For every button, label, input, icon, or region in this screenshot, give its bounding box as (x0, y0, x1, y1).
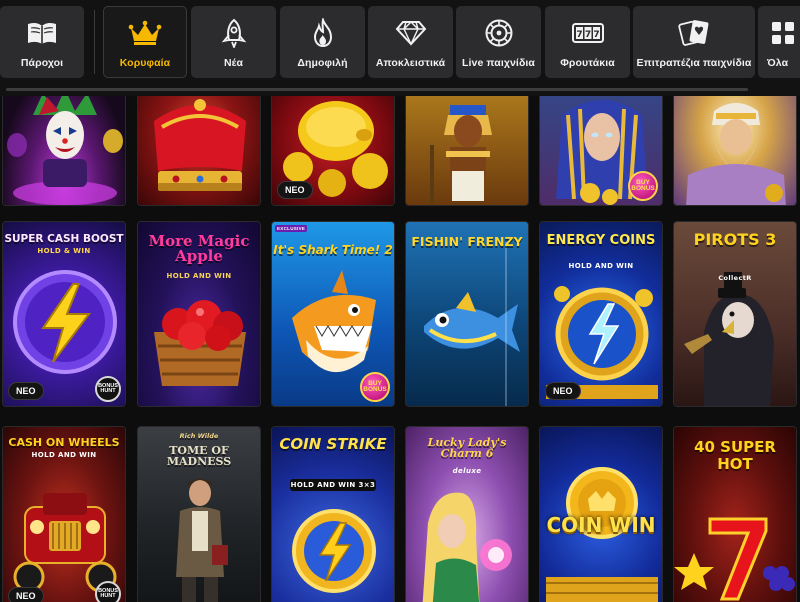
tab-popular[interactable]: Δημοφιλή (280, 6, 365, 78)
tab-label: Πάροχοι (20, 57, 64, 69)
game-tile[interactable]: CASH ON WHEELS HOLD AND WIN ΝΕΟ BONUS HU… (2, 426, 126, 602)
tab-new[interactable]: Νέα (191, 6, 276, 78)
game-tile[interactable]: PIROTS 3 CollectR (673, 221, 797, 407)
game-tile[interactable]: Lucky Lady's Charm 6 deluxe (405, 426, 529, 602)
game-title: FISHIN' FRENZY (411, 234, 523, 249)
tab-label: Νέα (223, 57, 244, 69)
game-title: SUPER CASH BOOST (4, 233, 124, 245)
game-subtitle: HOLD AND WIN 3×3 (290, 479, 376, 491)
game-tile[interactable]: ENERGY COINS HOLD AND WIN ΝΕΟ (539, 221, 663, 407)
game-title: Lucky Lady's Charm 6 (427, 436, 507, 460)
tab-all[interactable]: Όλα (758, 6, 800, 78)
fish-icon (406, 222, 528, 406)
game-title: TOME OF MADNESS (166, 444, 232, 468)
joker-icon (3, 96, 125, 205)
game-tile[interactable]: 40 SUPER HOT (673, 426, 797, 602)
nav-scrollbar-thumb[interactable] (6, 88, 748, 91)
game-tile[interactable] (137, 96, 261, 206)
game-title: More Magic Apple (148, 232, 250, 265)
game-tile[interactable]: COIN STRIKE HOLD AND WIN 3×3 (271, 426, 395, 602)
game-title: PIROTS 3 (693, 230, 777, 249)
tab-label: Δημοφιλή (297, 57, 348, 69)
new-badge: ΝΕΟ (8, 587, 44, 602)
svg-text:7: 7 (576, 30, 582, 40)
game-tile[interactable] (405, 96, 529, 206)
game-title: CASH ON WHEELS (8, 436, 120, 449)
bonus-hunt-badge: BONUS HUNT (95, 376, 121, 402)
game-subtitle: HOLD AND WIN (568, 262, 634, 270)
game-title: 40 SUPER HOT (694, 438, 776, 474)
svg-text:7: 7 (584, 30, 590, 40)
grid-icon (766, 18, 800, 48)
new-badge: ΝΕΟ (277, 181, 313, 199)
game-tile[interactable]: Rich Wilde TOME OF MADNESS (137, 426, 261, 602)
svg-text:7: 7 (593, 30, 599, 40)
tab-live-games[interactable]: Live παιχνίδια (456, 6, 541, 78)
game-tile[interactable]: FISHIN' FRENZY (405, 221, 529, 407)
new-badge: ΝΕΟ (8, 382, 44, 400)
game-subtitle: Rich Wilde (179, 432, 219, 440)
book-icon (25, 18, 59, 48)
coin-lightning-icon (272, 427, 394, 602)
slot-machine-icon: 777 (571, 18, 605, 48)
game-tile[interactable]: COIN WIN (539, 426, 663, 602)
tab-label: Επιτραπέζια παιχνίδια (636, 57, 752, 69)
game-tile[interactable]: BUY BONUS (539, 96, 663, 206)
buy-bonus-badge: BUY BONUS (360, 372, 390, 402)
tab-label: Όλα (767, 57, 789, 69)
game-title: It's Shark Time! 2 (273, 243, 393, 257)
cards-icon (677, 18, 711, 48)
tab-slots[interactable]: 777 Φρουτάκια (545, 6, 630, 78)
game-title: COIN STRIKE (279, 435, 387, 453)
tab-providers[interactable]: Πάροχοι (0, 6, 84, 78)
new-badge: ΝΕΟ (545, 382, 581, 400)
crown-icon (138, 96, 260, 205)
energy-orb-icon (540, 222, 662, 406)
crown-icon (128, 18, 162, 48)
game-subtitle: CollectR (718, 274, 752, 282)
game-subtitle: deluxe (452, 467, 482, 475)
game-tile[interactable]: SUPER CASH BOOST HOLD & WIN ΝΕΟ BONUS HU… (2, 221, 126, 407)
game-tile[interactable]: ΝΕΟ (271, 96, 395, 206)
exclusive-tag: EXCLUSIVE (275, 225, 308, 232)
category-nav: Πάροχοι Κορυφαία Νέα Δημοφιλή Αποκλειστι… (0, 0, 800, 96)
tab-exclusive[interactable]: Αποκλειστικά (368, 6, 453, 78)
tab-label: Φρουτάκια (560, 57, 615, 69)
game-subtitle: HOLD AND WIN (166, 272, 232, 280)
diamond-icon (394, 18, 428, 48)
tab-label: Live παιχνίδια (462, 57, 535, 69)
zeus-icon (674, 96, 796, 205)
game-grid: ΝΕΟ BUY BONUS SUPER CASH BOOST HOLD & WI… (0, 96, 800, 602)
nav-divider (94, 10, 95, 74)
flame-icon (306, 18, 340, 48)
game-subtitle: HOLD AND WIN (31, 451, 97, 459)
game-title: COIN WIN (546, 513, 656, 537)
game-tile[interactable]: EXCLUSIVE It's Shark Time! 2 BUY BONUS (271, 221, 395, 407)
vulture-icon (674, 222, 796, 406)
game-tile[interactable] (2, 96, 126, 206)
tab-top[interactable]: Κορυφαία (103, 6, 187, 78)
game-tile[interactable] (673, 96, 797, 206)
pharaoh-icon (406, 96, 528, 205)
buy-bonus-badge: BUY BONUS (628, 171, 658, 201)
tab-label: Αποκλειστικά (375, 57, 446, 69)
game-title: ENERGY COINS (546, 233, 656, 248)
game-subtitle: HOLD & WIN (37, 247, 91, 255)
tab-label: Κορυφαία (119, 57, 171, 69)
roulette-icon (482, 18, 516, 48)
tab-table-games[interactable]: Επιτραπέζια παιχνίδια (633, 6, 755, 78)
bonus-hunt-badge: BONUS HUNT (95, 581, 121, 602)
rocket-icon (217, 18, 251, 48)
game-tile[interactable]: More Magic Apple HOLD AND WIN (137, 221, 261, 407)
